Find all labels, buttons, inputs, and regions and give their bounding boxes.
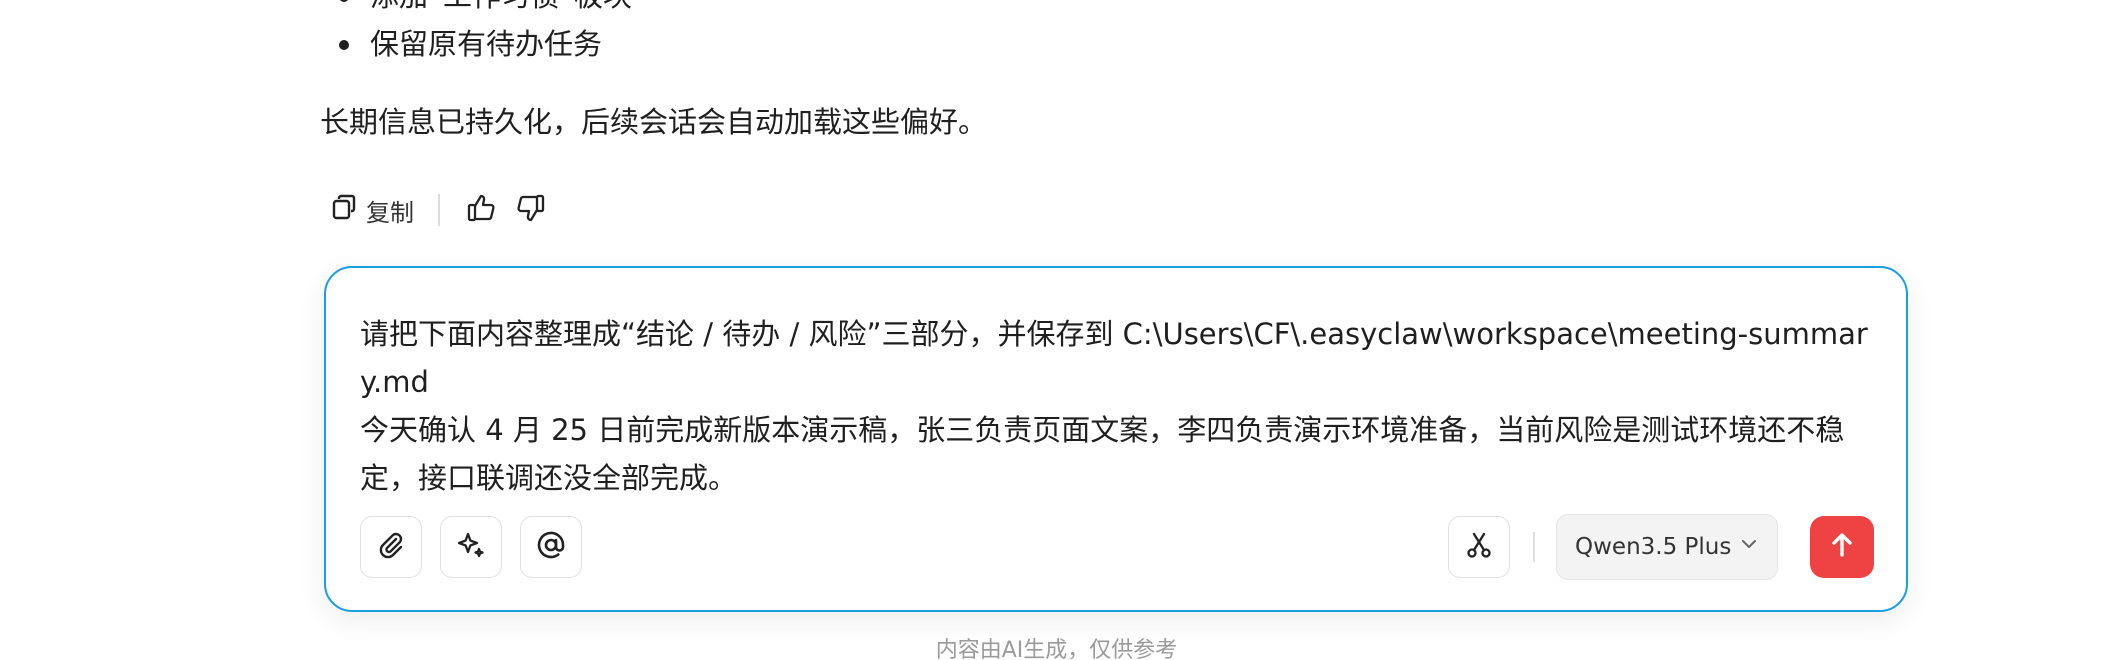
copy-icon xyxy=(330,193,358,227)
send-button[interactable] xyxy=(1810,516,1874,578)
action-divider xyxy=(438,194,440,226)
thumbs-down-button[interactable] xyxy=(508,188,552,232)
chevron-down-icon xyxy=(1739,534,1759,560)
assistant-message: 添加“工作习惯”板块 保留原有待办任务 长期信息已持久化，后续会话会自动加载这些… xyxy=(320,0,1880,146)
message-actions: 复制 xyxy=(326,188,552,232)
scissors-icon xyxy=(1464,530,1494,564)
thumbs-down-icon xyxy=(514,192,546,228)
at-icon xyxy=(535,529,567,565)
thumbs-up-icon xyxy=(466,192,498,228)
model-select[interactable]: Qwen3.5 Plus xyxy=(1556,514,1778,580)
sparkle-icon xyxy=(456,530,486,564)
arrow-up-icon xyxy=(1827,530,1857,564)
list-item: 添加“工作习惯”板块 xyxy=(339,0,1880,20)
mention-button[interactable] xyxy=(520,516,582,578)
chat-page: 添加“工作习惯”板块 保留原有待办任务 长期信息已持久化，后续会话会自动加载这些… xyxy=(0,0,2113,660)
bullet-list: 添加“工作习惯”板块 保留原有待办任务 xyxy=(320,0,1880,68)
scissors-button[interactable] xyxy=(1448,516,1510,578)
copy-label: 复制 xyxy=(366,198,414,227)
attach-button[interactable] xyxy=(360,516,422,578)
ai-disclaimer: 内容由AI生成，仅供参考 xyxy=(935,638,1178,660)
toolbar-divider xyxy=(1533,532,1535,562)
list-item: 保留原有待办任务 xyxy=(339,20,1880,68)
message-summary: 长期信息已持久化，后续会话会自动加载这些偏好。 xyxy=(320,105,988,139)
model-select-label: Qwen3.5 Plus xyxy=(1575,534,1732,560)
composer-input[interactable]: 请把下面内容整理成“结论 / 待办 / 风险”三部分，并保存到 C:\Users… xyxy=(360,310,1880,502)
message-composer[interactable]: 请把下面内容整理成“结论 / 待办 / 风险”三部分，并保存到 C:\Users… xyxy=(324,266,1908,612)
thumbs-up-button[interactable] xyxy=(460,188,504,232)
copy-button[interactable]: 复制 xyxy=(326,188,418,232)
sparkle-button[interactable] xyxy=(440,516,502,578)
attach-icon xyxy=(376,530,406,564)
